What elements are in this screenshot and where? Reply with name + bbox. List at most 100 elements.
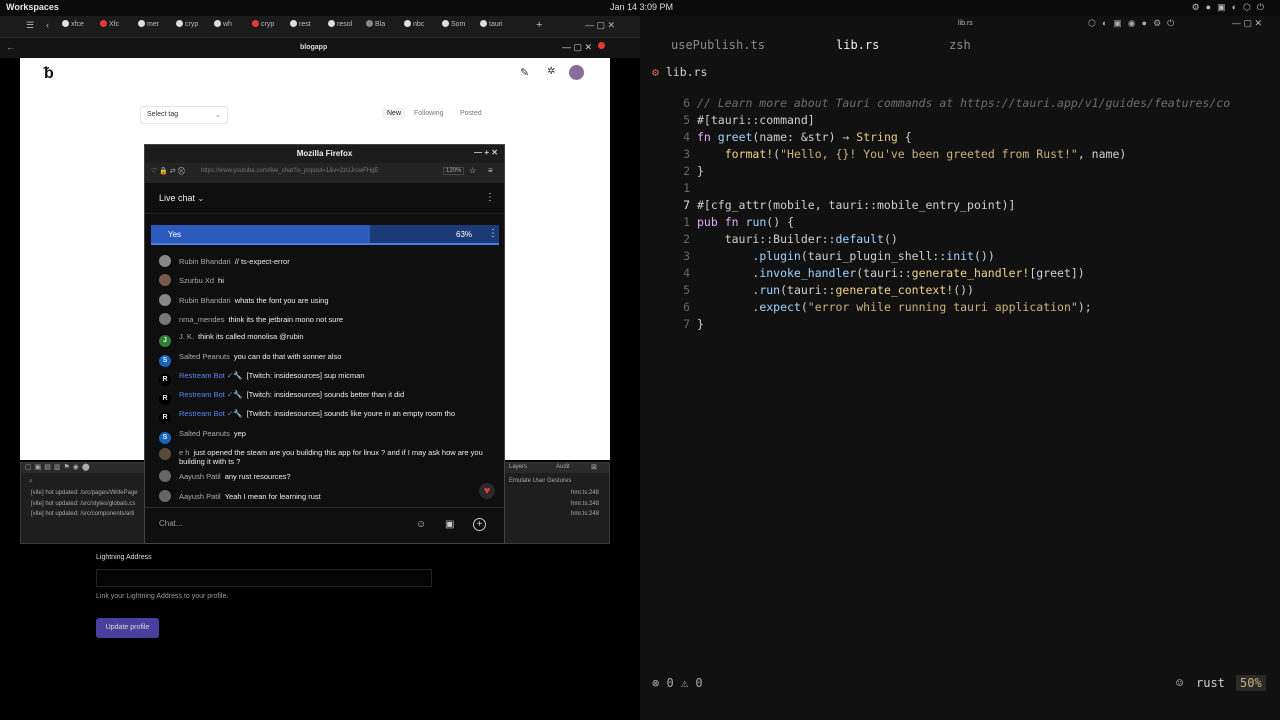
zoom-level[interactable]: 50% [1236,675,1266,691]
tray-icons[interactable]: ⚙●▣◐⬡⏻ [1192,2,1270,13]
browser-tab[interactable]: Som [442,20,478,34]
code-line[interactable]: #[cfg_attr(mobile, tauri::mobile_entry_p… [697,198,1016,215]
browser-tab[interactable]: mer [138,20,174,34]
chat-message[interactable]: R Restream Bot ✓🔧 [Twitch: insidesources] … [159,390,404,406]
code-line[interactable]: fn greet(name: &str) → String { [697,130,912,147]
super-chat-icon[interactable]: ▣ [445,519,454,530]
browser-tab[interactable]: tauri [480,20,516,34]
warning-icon: ⚠ [680,676,689,690]
console-log-source[interactable]: hmr.ts:248 [571,490,599,496]
code-line[interactable]: } [697,164,704,181]
chat-message[interactable]: e h just opened the steam are you buildin… [159,448,489,470]
browser-tab[interactable]: resol [328,20,364,34]
settings-icon[interactable]: ✲ [547,66,555,77]
tab-label: xfce [71,21,84,28]
new-tab-icon[interactable]: + [536,19,542,31]
console-log-line[interactable]: [vite] hot updated: /src/components/arti [31,511,134,517]
chat-message[interactable]: R Restream Bot ✓🔧 [Twitch: insidesources] … [159,371,365,387]
chat-message[interactable]: Szurbu Xd hi [159,274,224,290]
menu-icon[interactable]: ≡ [488,166,493,175]
console-log-line[interactable]: [vite] hot updated: /src/styles/globals.… [31,501,135,507]
chat-message[interactable]: R Restream Bot ✓🔧 [Twitch: insidesources] … [159,409,455,425]
poll-banner[interactable]: Yes 63% ⋮ [151,225,499,245]
more-options-icon[interactable]: ⋮ [485,192,495,203]
logo-icon[interactable]: ᵬ [44,65,54,83]
console-log-source[interactable]: hmr.ts:248 [571,511,599,517]
browser-tab[interactable]: cryp [252,20,288,34]
language-mode[interactable]: rust [1196,676,1225,690]
chat-message[interactable]: Rubin Bhandari// ts-expect-error [159,255,290,271]
tab-lib-rs[interactable]: lib.rs [836,38,879,52]
devtools-layers-tab[interactable]: Layers [509,464,527,470]
code-line[interactable]: .run(tauri::generate_context!()) [697,283,974,300]
editor-tray-icons[interactable]: ⬡◐▣◉●⚙⏻ [1088,18,1180,29]
chat-message[interactable]: Rubin Bhandari whats the font you are usi… [159,293,329,310]
filter-icon[interactable]: ⌕ [29,478,33,486]
chat-message[interactable]: Aayush Patil Yeah I mean for learning rus… [159,489,321,506]
firefox-window-controls[interactable]: — + ✕ [474,148,498,157]
zoom-badge[interactable]: 120% [443,167,465,175]
devtools-audit-tab[interactable]: Audit [556,464,570,470]
chat-avatar: R [159,373,171,386]
editor-window-controls[interactable]: — ▢ ✕ [1232,18,1262,29]
live-chat-header[interactable]: Live chat ⌄ [159,193,204,203]
code-line[interactable]: #[tauri::command] [697,113,815,130]
emoji-icon[interactable]: ☺ [416,519,426,530]
browser-tab[interactable]: Xfc [100,20,136,34]
code-line[interactable]: pub fn run() { [697,215,794,232]
chat-text: just opened the steam are you building t… [179,448,483,466]
code-line[interactable]: format!("Hello, {}! You've been greeted … [697,147,1127,164]
app-window-controls[interactable]: — ▢ ✕ [562,42,592,53]
browser-tab[interactable]: wh [214,20,250,34]
chat-message[interactable]: J J. K. think its called monolisa @rubin [159,332,304,348]
tab-zsh[interactable]: zsh [949,38,971,52]
chat-message[interactable]: nma_mendes think its the jetbrain mono no… [159,312,343,329]
code-line[interactable]: // Learn more about Tauri commands at ht… [697,96,1230,113]
code-line[interactable]: .plugin(tauri_plugin_shell::init()) [697,249,994,266]
devtools-close-icon[interactable]: ⊠ [591,463,597,471]
browser-tab[interactable]: xfce [62,20,98,34]
update-profile-button[interactable]: Update profile [96,618,159,638]
url-bar-icons[interactable]: ♡ 🔒 ⇄ ⛒ [151,167,185,176]
tab-usepublish[interactable]: usePublish.ts [671,38,765,52]
avatar[interactable] [569,65,584,80]
lightning-input[interactable] [96,569,432,587]
write-icon[interactable]: ✎ [520,66,529,79]
filter-posted[interactable]: Posted [460,110,482,117]
chat-message[interactable]: S Salted Peanuts yep [159,429,246,445]
back-arrow-icon[interactable]: ← [6,42,15,52]
code-line[interactable]: tauri::Builder::default() [697,232,898,249]
diagnostics-status[interactable]: ⊗ 0 ⚠ 0 [652,676,703,690]
browser-tab[interactable]: rest [290,20,326,34]
poll-menu-icon[interactable]: ⋮ [488,228,498,239]
browser-tab[interactable]: nbc [404,20,440,34]
heart-reaction-icon[interactable]: ♥ [479,483,495,499]
back-icon[interactable]: ‹ [46,20,49,30]
console-log-source[interactable]: hmr.ts:248 [571,501,599,507]
close-dot-icon[interactable] [598,42,605,49]
filter-following[interactable]: Following [414,110,444,117]
workspaces-label[interactable]: Workspaces [6,2,59,12]
window-controls[interactable]: — ▢ ✕ [585,20,615,31]
add-icon[interactable]: + [473,518,486,531]
filter-new[interactable]: New [382,108,407,119]
sidebar-icon[interactable]: ☰ [26,20,34,31]
code-line[interactable]: .expect("error while running tauri appli… [697,300,1091,317]
select-tag-dropdown[interactable]: Select tag ⌄ [140,106,228,124]
console-log-line[interactable]: [vite] hot updated: /src/pages/WritePage [31,490,138,496]
code-line[interactable]: } [697,317,704,334]
chat-message[interactable]: S Salted Peanuts you can do that with sonn… [159,352,341,368]
bookmark-star-icon[interactable]: ☆ [469,166,476,175]
browser-tab[interactable]: Bla [366,20,402,34]
clock[interactable]: Jan 14 3:09 PM [610,2,673,12]
code-line[interactable]: .invoke_handler(tauri::generate_handler!… [697,266,1084,283]
copilot-icon[interactable]: ☺ [1176,676,1183,690]
url-bar[interactable]: ♡ 🔒 ⇄ ⛒ https://www.youtube.com/live_cha… [145,163,504,183]
chat-message[interactable]: Aayush Patil any rust resources? [159,470,291,486]
chat-input[interactable]: Chat... [159,519,359,528]
browser-tab[interactable]: cryp [176,20,212,34]
devtools-tool-icons[interactable]: ▢▣▤▥⚑◉⬤ [25,463,93,471]
chevron-down-icon: ⌄ [215,112,221,119]
devtools-emulate-label[interactable]: Emulate User Gestures [509,478,571,484]
file-breadcrumb[interactable]: ⚙ lib.rs [652,65,707,82]
